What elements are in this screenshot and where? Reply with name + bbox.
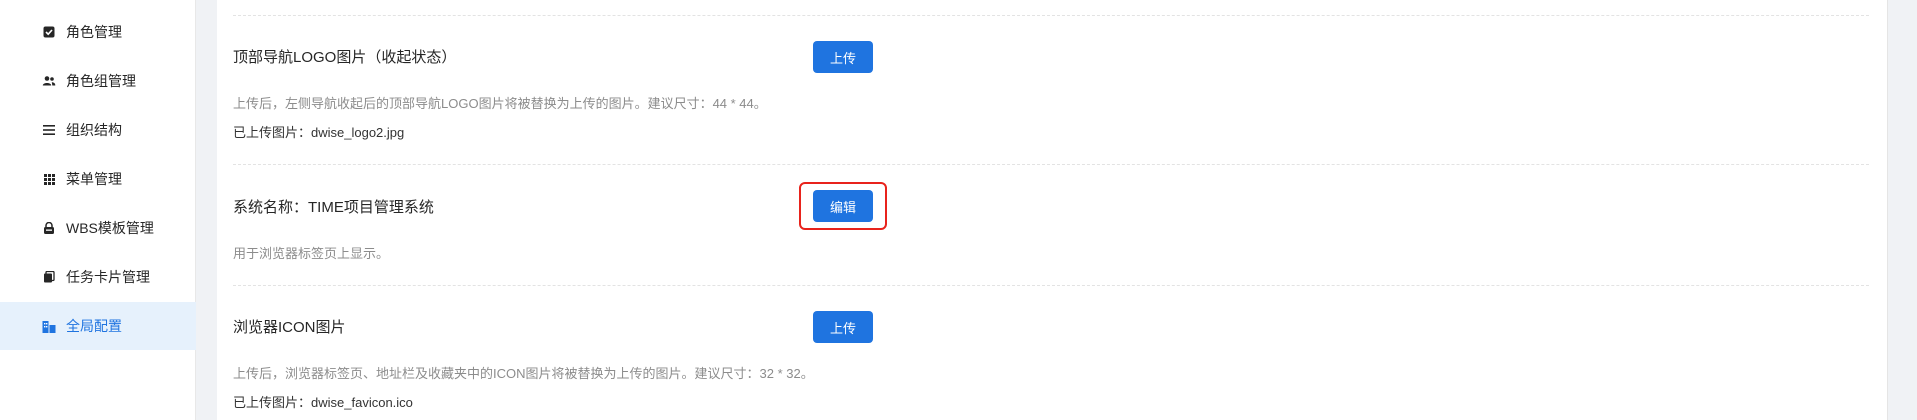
building-icon bbox=[42, 319, 56, 333]
lock-icon bbox=[42, 221, 56, 235]
uploaded-file-label: 已上传图片： bbox=[233, 395, 312, 410]
sidebar-item-label: WBS模板管理 bbox=[66, 220, 154, 236]
upload-browser-icon-button[interactable]: 上传 bbox=[813, 311, 873, 343]
sidebar-item-role-management[interactable]: 角色管理 bbox=[0, 8, 196, 56]
section-divider bbox=[233, 15, 1869, 16]
users-icon bbox=[42, 74, 56, 88]
settings-panel bbox=[217, 0, 1887, 420]
sidebar-item-org-structure[interactable]: 组织结构 bbox=[0, 106, 196, 154]
uploaded-file-label: 已上传图片： bbox=[233, 125, 312, 140]
sidebar-item-label: 角色管理 bbox=[66, 24, 122, 40]
setting-description-collapsed-logo: 上传后，左侧导航收起后的顶部导航LOGO图片将被替换为上传的图片。建议尺寸：44… bbox=[233, 96, 767, 111]
uploaded-file-name: dwise_logo2.jpg bbox=[311, 125, 405, 140]
sidebar-item-label: 任务卡片管理 bbox=[66, 269, 150, 285]
edit-system-name-button[interactable]: 编辑 bbox=[813, 190, 873, 222]
uploaded-file-browser-icon: 已上传图片：dwise_favicon.ico bbox=[233, 392, 413, 411]
sidebar-item-label: 组织结构 bbox=[66, 122, 122, 138]
sidebar-item-label: 角色组管理 bbox=[66, 73, 136, 89]
uploaded-file-name: dwise_favicon.ico bbox=[311, 395, 413, 410]
list-icon bbox=[42, 123, 56, 137]
setting-title-system-name: 系统名称：TIME项目管理系统 bbox=[233, 199, 434, 216]
section-divider bbox=[233, 164, 1869, 165]
cards-icon bbox=[42, 270, 56, 284]
sidebar-item-label: 全局配置 bbox=[66, 318, 122, 334]
grid-icon bbox=[42, 172, 56, 186]
sidebar-item-wbs-template[interactable]: WBS模板管理 bbox=[0, 204, 196, 252]
scrollbar-track[interactable] bbox=[1887, 0, 1917, 420]
setting-description-browser-icon: 上传后，浏览器标签页、地址栏及收藏夹中的ICON图片将被替换为上传的图片。建议尺… bbox=[233, 366, 814, 381]
uploaded-file-collapsed-logo: 已上传图片：dwise_logo2.jpg bbox=[233, 122, 404, 141]
panel-edge-line bbox=[1887, 0, 1888, 420]
sidebar-item-label: 菜单管理 bbox=[66, 171, 122, 187]
setting-title-browser-icon: 浏览器ICON图片 bbox=[233, 319, 346, 336]
upload-collapsed-logo-button[interactable]: 上传 bbox=[813, 41, 873, 73]
setting-description-system-name: 用于浏览器标签页上显示。 bbox=[233, 246, 390, 261]
sidebar-item-global-config[interactable]: 全局配置 bbox=[0, 302, 196, 350]
sidebar-item-task-card[interactable]: 任务卡片管理 bbox=[0, 253, 196, 301]
section-divider bbox=[233, 285, 1869, 286]
sidebar: 角色管理 角色组管理 组织结构 菜单管理 WBS模板管理 任务卡片管理 全局配置 bbox=[0, 0, 196, 420]
sidebar-item-menu-management[interactable]: 菜单管理 bbox=[0, 155, 196, 203]
layout-gutter bbox=[197, 0, 217, 420]
checkbox-icon bbox=[42, 25, 56, 39]
setting-title-collapsed-logo: 顶部导航LOGO图片（收起状态） bbox=[233, 49, 457, 66]
sidebar-item-role-group-management[interactable]: 角色组管理 bbox=[0, 57, 196, 105]
